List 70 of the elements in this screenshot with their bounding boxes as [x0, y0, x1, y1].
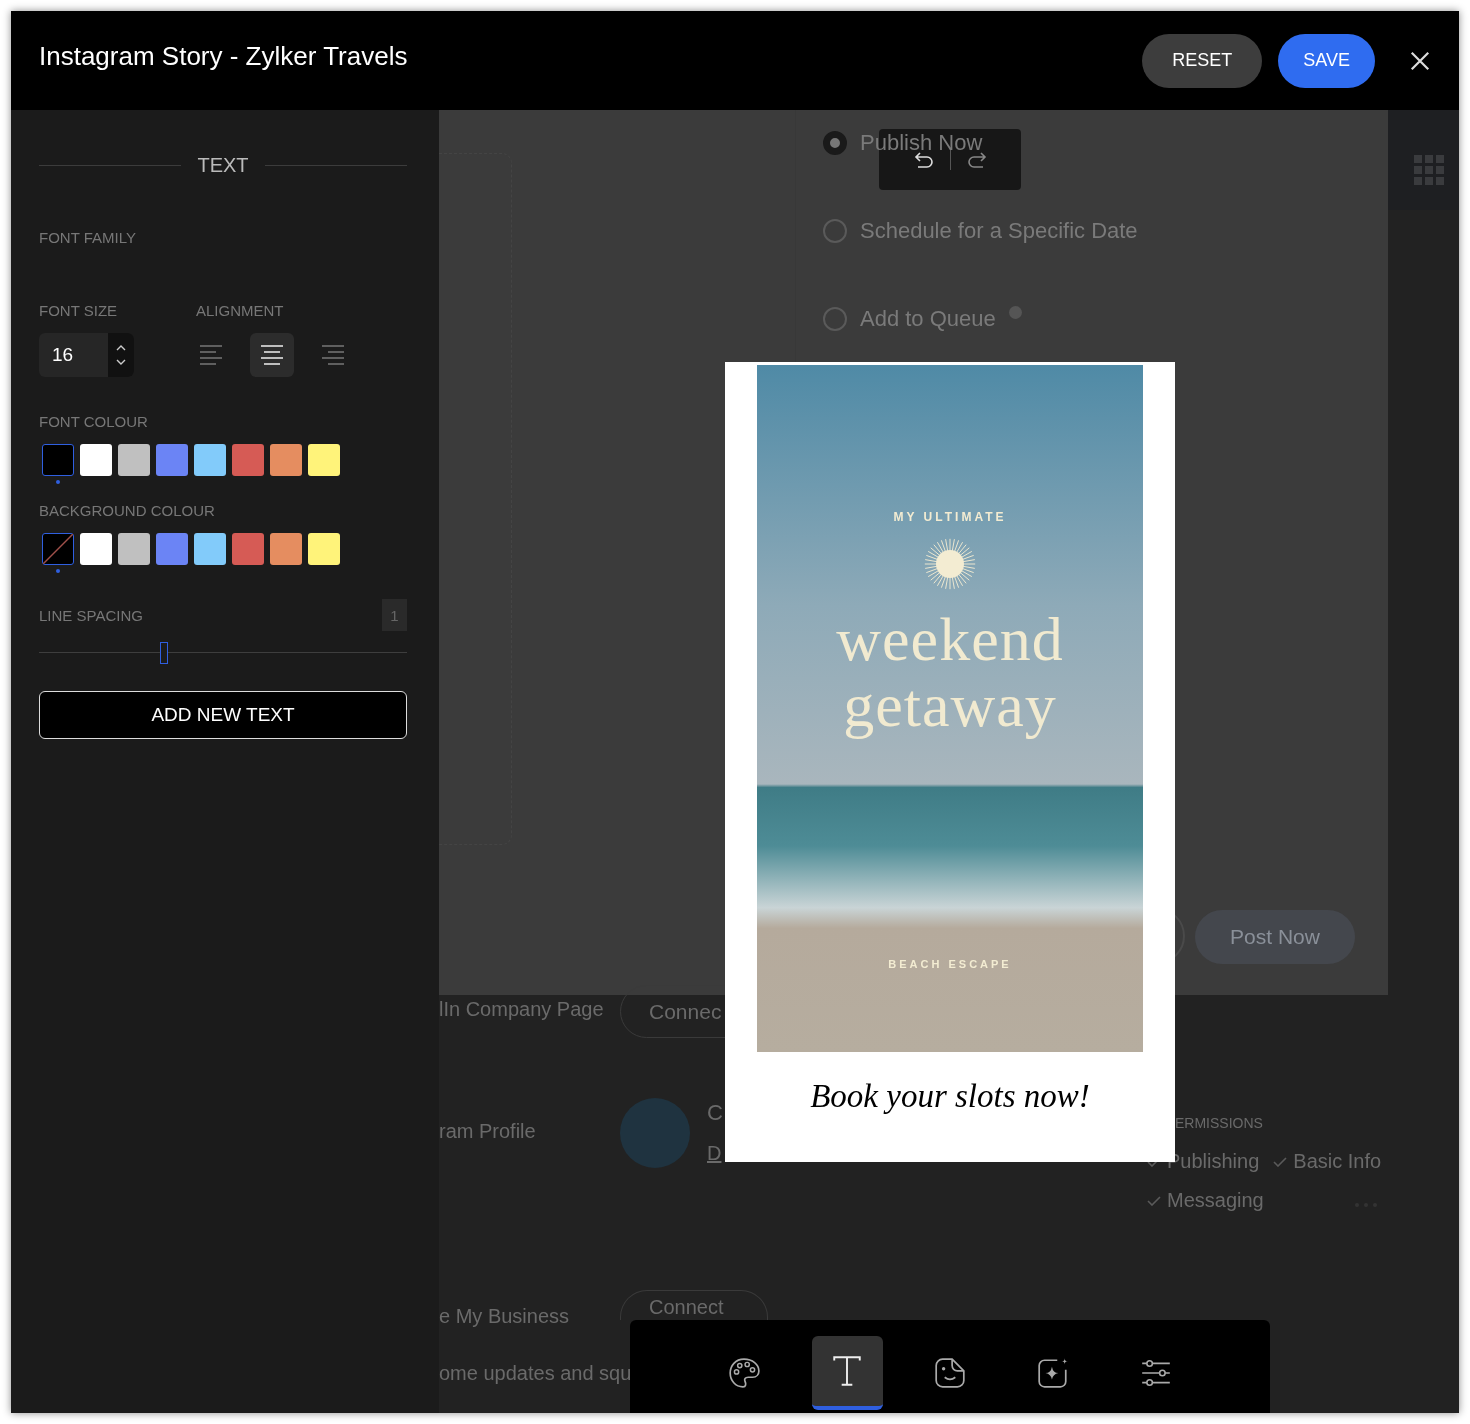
selected-indicator — [56, 569, 60, 573]
permissions-label: ERMISSIONS — [1175, 1115, 1263, 1131]
colour-swatch[interactable] — [156, 533, 188, 565]
colour-swatch[interactable] — [308, 533, 340, 565]
post-now-button[interactable]: Post Now — [1195, 910, 1355, 964]
window-title: Instagram Story - Zylker Travels — [39, 41, 408, 72]
selected-indicator — [56, 480, 60, 484]
option-label: Add to Queue — [860, 306, 996, 332]
font-size-field[interactable]: 16 — [39, 333, 134, 377]
radio-button[interactable] — [823, 219, 847, 243]
stepper-icon[interactable] — [108, 333, 134, 377]
check-icon — [1147, 1195, 1161, 1206]
colour-swatch[interactable] — [194, 444, 226, 476]
font-size-label: FONT SIZE — [39, 302, 119, 319]
tool-button[interactable] — [811, 1336, 883, 1410]
no-colour-swatch[interactable] — [42, 533, 74, 565]
option-label: Schedule for a Specific Date — [860, 218, 1138, 244]
reset-button[interactable]: RESET — [1142, 33, 1263, 88]
add-new-text-button[interactable]: ADD NEW TEXT — [39, 691, 407, 739]
account-label: ram Profile — [439, 1120, 536, 1143]
help-icon[interactable] — [1008, 306, 1022, 319]
description-text: ome updates and squ — [439, 1362, 632, 1385]
caption-text: Book your slots now! — [810, 1078, 1090, 1115]
grid-icon[interactable] — [1414, 155, 1444, 185]
colour-swatch[interactable] — [270, 444, 302, 476]
radio-button[interactable] — [823, 307, 847, 331]
tagline-text: BEACH ESCAPE — [888, 958, 1012, 970]
line-spacing-label: LINE SPACING — [39, 606, 143, 624]
alignment-label: ALIGNMENT — [196, 302, 285, 319]
line-spacing-value: 1 — [382, 599, 407, 631]
sparkle-frame-icon — [1036, 1356, 1070, 1390]
colour-swatch[interactable] — [308, 444, 340, 476]
colour-swatch[interactable] — [270, 533, 302, 565]
account-link[interactable]: D — [707, 1142, 722, 1165]
align-right-icon — [321, 343, 345, 367]
save-button[interactable]: SAVE — [1278, 33, 1375, 88]
sun-icon — [922, 536, 978, 592]
kicker-text: MY ULTIMATE — [893, 510, 1007, 524]
colour-swatch[interactable] — [118, 533, 150, 565]
align-center-icon — [260, 343, 284, 367]
palette-icon — [727, 1356, 761, 1390]
headline-text: getaway — [843, 672, 1057, 738]
check-icon — [1273, 1156, 1288, 1167]
sticker-icon — [933, 1356, 967, 1390]
account-label: lIn Company Page — [439, 998, 604, 1021]
align-left-icon — [199, 343, 223, 367]
radio-button[interactable] — [823, 131, 847, 155]
close-icon[interactable] — [1409, 49, 1431, 72]
font-family-label: FONT FAMILY — [39, 229, 137, 246]
slider-thumb[interactable] — [160, 642, 169, 664]
account-label: e My Business — [439, 1305, 570, 1328]
font-colour-label: FONT COLOUR — [39, 413, 149, 430]
panel-title: TEXT — [197, 154, 249, 177]
text-icon — [830, 1354, 864, 1388]
option-label: Publish Now — [860, 130, 983, 156]
background-colour-label: BACKGROUND COLOUR — [39, 502, 216, 519]
colour-swatch[interactable] — [194, 533, 226, 565]
permission-label: Publishing — [1167, 1150, 1260, 1173]
headline-text: weekend — [836, 606, 1064, 672]
colour-swatch[interactable] — [232, 444, 264, 476]
alignment-button[interactable] — [250, 333, 294, 377]
colour-swatch[interactable] — [80, 444, 112, 476]
colour-swatch[interactable] — [42, 444, 74, 476]
colour-swatch[interactable] — [118, 444, 150, 476]
colour-swatch[interactable] — [156, 444, 188, 476]
permission-label: Basic Info — [1293, 1150, 1382, 1173]
permission-label: Messaging — [1167, 1189, 1264, 1212]
colour-swatch[interactable] — [80, 533, 112, 565]
account-name: C — [707, 1100, 723, 1126]
colour-swatch[interactable] — [232, 533, 264, 565]
